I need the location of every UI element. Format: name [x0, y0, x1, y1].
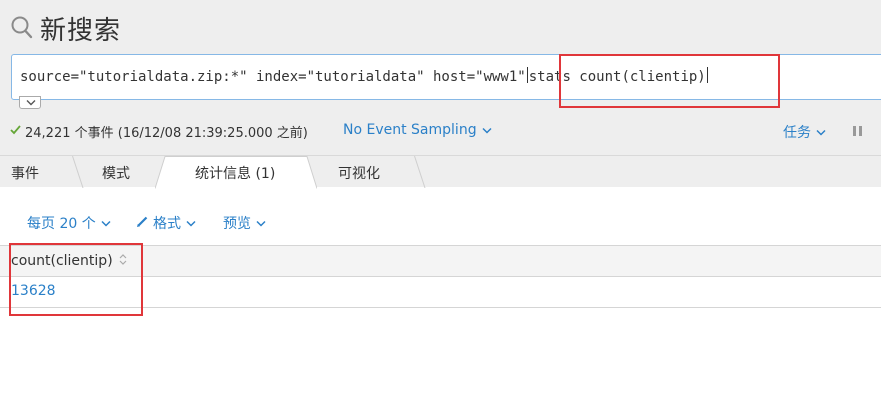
event-sampling-dropdown[interactable]: No Event Sampling: [343, 122, 492, 138]
per-page-dropdown[interactable]: 每页 20 个: [27, 213, 111, 233]
pause-icon[interactable]: [853, 126, 863, 136]
highlight-box-result: [9, 243, 143, 316]
tab-events[interactable]: 事件: [11, 163, 39, 183]
event-count: 24,221 个事件 (16/12/08 21:39:25.000 之前): [25, 125, 308, 141]
tab-separator: [414, 156, 426, 188]
job-status: 24,221 个事件 (16/12/08 21:39:25.000 之前): [10, 121, 308, 141]
tab-visualization[interactable]: 可视化: [338, 163, 380, 183]
title-row: 新搜索: [10, 10, 121, 46]
check-icon: [10, 124, 21, 139]
chevron-down-icon: [186, 215, 196, 231]
preview-dropdown[interactable]: 预览: [223, 213, 266, 233]
search-icon: [10, 15, 34, 41]
chevron-down-icon: [256, 215, 266, 231]
chevron-down-icon: [101, 215, 111, 231]
preview-label: 预览: [223, 216, 251, 232]
expand-search-toggle[interactable]: [19, 96, 41, 109]
jobs-dropdown[interactable]: 任务: [783, 122, 826, 142]
format-dropdown[interactable]: 格式: [137, 213, 196, 233]
tab-separator: [72, 156, 84, 188]
per-page-label: 每页 20 个: [27, 216, 96, 232]
query-prefix: source="tutorialdata.zip:*" index="tutor…: [20, 69, 526, 85]
sampling-label: No Event Sampling: [343, 122, 477, 138]
results-tabs: 事件 模式 统计信息 (1) 可视化: [0, 155, 881, 189]
chevron-down-icon: [482, 122, 492, 138]
text-cursor: [526, 67, 528, 83]
tab-patterns[interactable]: 模式: [102, 163, 130, 183]
pencil-icon: [137, 215, 148, 231]
highlight-box-stats-command: [559, 54, 780, 108]
format-label: 格式: [153, 216, 181, 232]
tab-statistics[interactable]: 统计信息 (1): [195, 163, 275, 183]
jobs-label: 任务: [783, 125, 811, 141]
page-title: 新搜索: [40, 15, 122, 46]
chevron-down-icon: [816, 124, 826, 140]
